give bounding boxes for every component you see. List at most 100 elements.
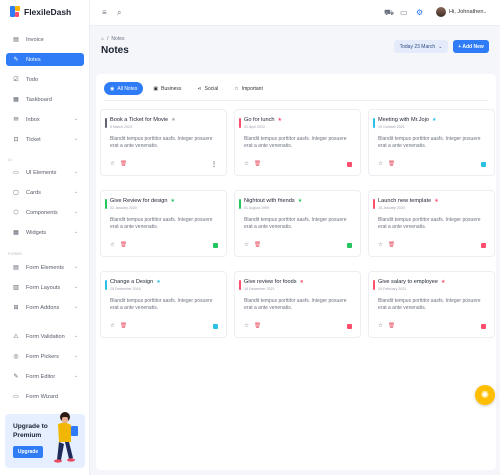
user-name[interactable]: Hi, Johnathen (449, 9, 484, 15)
favorite-icon[interactable]: ☆ (110, 161, 115, 167)
note-body: Blandit tempus porttitor aasfs. Integer … (378, 136, 481, 149)
sidebar-item-form-wizard[interactable]: ▭ Form Wizard (6, 390, 84, 403)
note-card[interactable]: Give review for foods ★ 18 December 2021 Bl… (234, 271, 361, 338)
category-tag-icon[interactable] (481, 162, 486, 167)
sidebar-item-cards[interactable]: ▢ Cards ⌄ (6, 186, 84, 199)
note-date: 15 January 2020 (378, 206, 405, 210)
form-pickers-icon: ◎ (13, 354, 19, 360)
sidebar-item-ui-elements[interactable]: ▭ UI Elements ⌄ (6, 166, 84, 179)
tab-business[interactable]: ▣ Business (147, 82, 187, 95)
top-bar: ≡ ⌕ ⛟ ▭ ⚙ Hi, Johnathen ⌄ (90, 0, 500, 26)
favorite-icon[interactable]: ☆ (244, 323, 249, 329)
category-tag-icon[interactable] (481, 243, 486, 248)
all-notes-icon: ◉ (110, 85, 115, 92)
note-card[interactable]: Change a Design ★ 25 December 2016 Blandit … (100, 271, 227, 338)
favorite-icon[interactable]: ☆ (244, 161, 249, 167)
note-card[interactable]: Give Review for design ★ 02 January 2020 Bl… (100, 190, 227, 257)
trash-icon[interactable]: 🗑 (254, 323, 261, 329)
ticket-icon: ⊡ (13, 137, 19, 143)
note-date: 02 January 2020 (110, 206, 137, 210)
brand-logo[interactable]: FlexileDash (10, 6, 71, 17)
tab-all-notes[interactable]: ◉ All Notes (104, 82, 144, 95)
favorite-icon[interactable]: ☆ (378, 323, 383, 329)
avatar[interactable] (436, 7, 446, 17)
trash-icon[interactable]: 🗑 (388, 323, 395, 329)
chevron-down-icon: ⌄ (73, 189, 78, 195)
settings-gear-icon[interactable]: ✺ (475, 385, 495, 405)
note-card[interactable]: Nightout with friends ★ 01 August 1999 Blan… (234, 190, 361, 257)
add-new-button[interactable]: + Add New (453, 40, 489, 53)
chevron-down-icon: ⌄ (73, 229, 78, 235)
favorite-icon[interactable]: ☆ (110, 242, 115, 248)
favorite-icon[interactable]: ☆ (110, 323, 115, 329)
chat-icon[interactable]: ▭ (400, 8, 408, 17)
sidebar-item-form-elements[interactable]: ▤ Form Elements ⌄ (6, 261, 84, 274)
more-vertical-icon[interactable]: ⋮ (211, 161, 217, 168)
sidebar-item-form-layouts[interactable]: ▥ Form Layouts ⌄ (6, 281, 84, 294)
business-icon: ▣ (153, 85, 159, 92)
note-body: Blandit tempus porttitor aasfs. Integer … (244, 136, 347, 149)
trash-icon[interactable]: 🗑 (254, 242, 261, 248)
category-tag-icon[interactable] (213, 243, 218, 248)
favorite-icon[interactable]: ☆ (244, 242, 249, 248)
search-icon[interactable]: ⌕ (117, 8, 121, 18)
sidebar-item-taskboard[interactable]: ▦ Taskboard (6, 93, 84, 106)
menu-icon[interactable]: ≡ (102, 8, 107, 17)
note-card[interactable]: Meeting with Mr.Jojo ★ 19 October 2021 Blan… (368, 109, 495, 176)
tab-important[interactable]: ☆ Important (228, 82, 269, 95)
note-card[interactable]: Book a Ticket for Movie ★ 9 March 2023 Blan… (100, 109, 227, 176)
sidebar-item-invoice[interactable]: ▤ Invoice (6, 33, 84, 46)
sidebar-item-form-editor[interactable]: ✎ Form Editor ⌄ (6, 370, 84, 383)
tab-social[interactable]: ⋖ Social (191, 82, 224, 95)
note-card[interactable]: Go for lunch ★ 01 April 2022 Blandit tempus… (234, 109, 361, 176)
note-title: Meeting with Mr.Jojo (378, 117, 429, 123)
note-title: Go for lunch (244, 117, 275, 123)
trash-icon[interactable]: 🗑 (254, 161, 261, 167)
trash-icon[interactable]: 🗑 (388, 242, 395, 248)
favorite-icon[interactable]: ☆ (378, 161, 383, 167)
star-icon: ☆ (234, 85, 239, 92)
chevron-down-icon: ⌄ (73, 284, 78, 290)
sidebar-section-ui: UI (8, 158, 13, 162)
category-tag-icon[interactable] (347, 243, 352, 248)
notification-icon[interactable]: ⚙ (416, 8, 423, 17)
favorite-icon[interactable]: ☆ (378, 242, 383, 248)
trash-icon[interactable]: 🗑 (120, 161, 127, 167)
category-tag-icon[interactable] (347, 324, 352, 329)
sidebar-item-widgets[interactable]: ▦ Widgets ⌄ (6, 226, 84, 239)
category-tag-icon[interactable] (481, 324, 486, 329)
notes-icon: ✎ (13, 57, 19, 63)
sidebar-item-inbox[interactable]: ✉ Inbox ⌄ (6, 113, 84, 126)
category-tag-icon[interactable] (213, 324, 218, 329)
logo-mark-icon (10, 6, 20, 17)
sidebar-item-notes[interactable]: ✎ Notes (6, 53, 84, 66)
note-date: 15 February 2021 (378, 287, 407, 291)
note-card[interactable]: Give salary to employee ★ 15 February 2021… (368, 271, 495, 338)
date-picker[interactable]: Today 23 March ⌄ (394, 40, 448, 53)
sidebar-item-todo[interactable]: ☑ Todo (6, 73, 84, 86)
note-color-bar (105, 199, 107, 209)
sidebar-item-form-validation[interactable]: ⚠ Form Validation ⌄ (6, 330, 84, 343)
sidebar-item-ticket[interactable]: ⊡ Ticket ⌄ (6, 133, 84, 146)
note-title-row: Launch new template ★ (378, 198, 439, 204)
sidebar-item-form-pickers[interactable]: ◎ Form Pickers ⌄ (6, 350, 84, 363)
note-title-row: Give Review for design ★ (110, 198, 175, 204)
note-card[interactable]: Launch new template ★ 15 January 2020 Bland… (368, 190, 495, 257)
sidebar-item-components[interactable]: ⬡ Components ⌄ (6, 206, 84, 219)
cart-icon[interactable]: ⛟ (384, 8, 394, 18)
chevron-down-icon[interactable]: ⌄ (483, 9, 487, 15)
note-date: 01 August 1999 (244, 206, 269, 210)
star-icon: ★ (434, 198, 439, 204)
sidebar-item-form-addons[interactable]: ⊞ Form Addons ⌄ (6, 301, 84, 314)
trash-icon[interactable]: 🗑 (388, 161, 395, 167)
home-icon[interactable]: ⌂ (101, 36, 104, 42)
category-tag-icon[interactable] (347, 162, 352, 167)
trash-icon[interactable]: 🗑 (120, 242, 127, 248)
taskboard-icon: ▦ (13, 97, 19, 103)
divider (104, 100, 488, 101)
upgrade-button[interactable]: Upgrade (13, 446, 43, 458)
notes-panel: ◉ All Notes ▣ Business ⋖ Social ☆ Important … (96, 74, 496, 470)
brand-name: FlexileDash (24, 6, 72, 17)
note-title-row: Go for lunch ★ (244, 117, 282, 123)
trash-icon[interactable]: 🗑 (120, 323, 127, 329)
